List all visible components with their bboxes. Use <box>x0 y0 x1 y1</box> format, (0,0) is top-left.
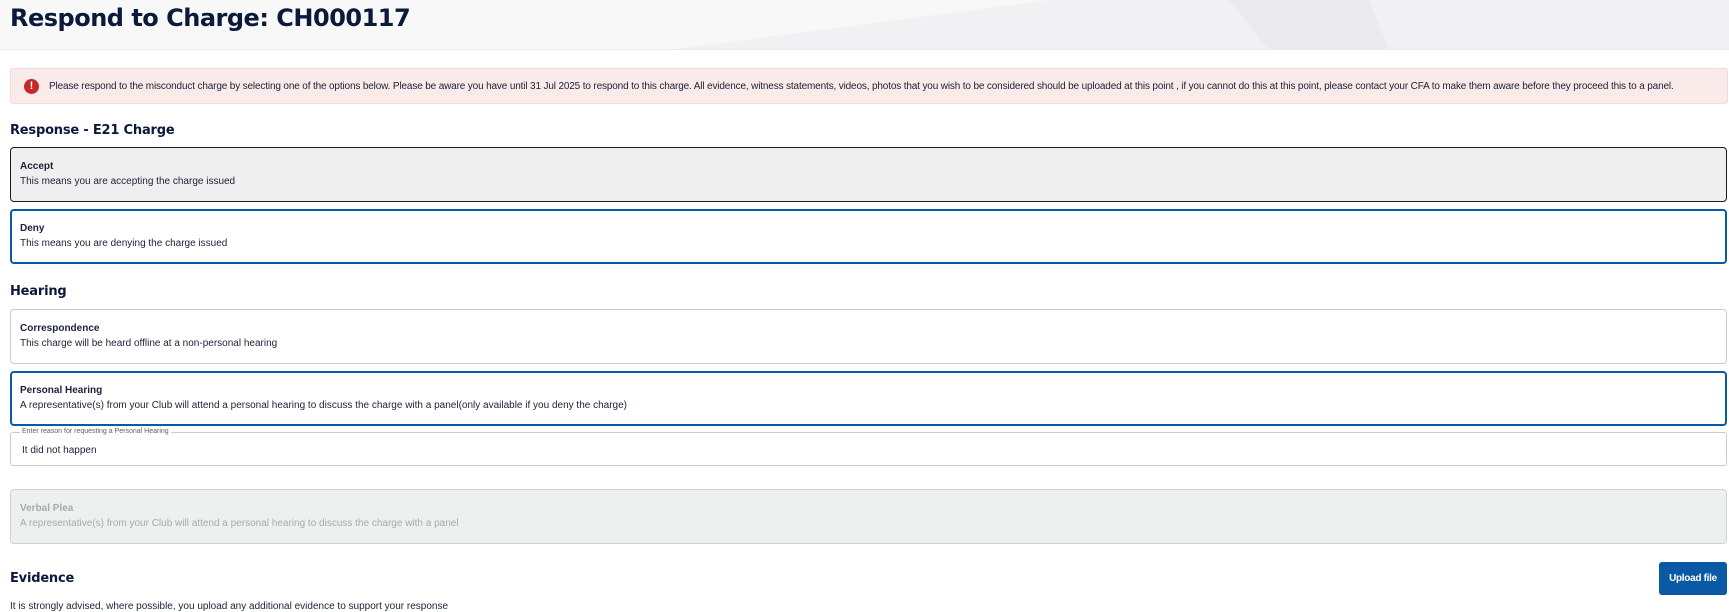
page-header: Respond to Charge: CH000117 <box>0 0 1729 50</box>
option-accept[interactable]: Accept This means you are accepting the … <box>10 147 1727 202</box>
option-description: This means you are denying the charge is… <box>20 238 228 249</box>
evidence-help-text: It is strongly advised, where possible, … <box>10 601 449 612</box>
option-title: Personal Hearing <box>20 385 103 396</box>
hearing-section-title: Hearing <box>10 284 67 299</box>
alert-text: Please respond to the misconduct charge … <box>49 80 1674 92</box>
option-description: This charge will be heard offline at a n… <box>20 338 278 349</box>
option-title: Deny <box>20 223 45 234</box>
option-description: This means you are accepting the charge … <box>20 176 236 187</box>
option-description: A representative(s) from your Club will … <box>20 400 627 411</box>
personal-hearing-reason-field: Enter reason for requesting a Personal H… <box>10 427 1727 466</box>
option-deny[interactable]: Deny This means you are denying the char… <box>10 209 1727 264</box>
option-title: Verbal Plea <box>20 503 74 514</box>
option-title: Accept <box>20 161 54 172</box>
option-personal-hearing[interactable]: Personal Hearing A representative(s) fro… <box>10 371 1727 426</box>
header-decoration <box>676 0 1729 49</box>
reason-input[interactable] <box>22 441 1712 459</box>
evidence-section-title: Evidence <box>10 571 75 586</box>
alert-banner: ! Please respond to the misconduct charg… <box>10 68 1728 104</box>
error-icon: ! <box>24 78 39 94</box>
option-description: A representative(s) from your Club will … <box>20 518 459 529</box>
upload-file-button[interactable]: Upload file <box>1659 562 1727 595</box>
response-section-title: Response - E21 Charge <box>10 123 175 138</box>
option-title: Correspondence <box>20 323 100 334</box>
option-verbal-plea: Verbal Plea A representative(s) from you… <box>10 489 1727 544</box>
page-title: Respond to Charge: CH000117 <box>10 4 411 32</box>
reason-field-label: Enter reason for requesting a Personal H… <box>20 427 171 437</box>
option-correspondence[interactable]: Correspondence This charge will be heard… <box>10 309 1727 364</box>
